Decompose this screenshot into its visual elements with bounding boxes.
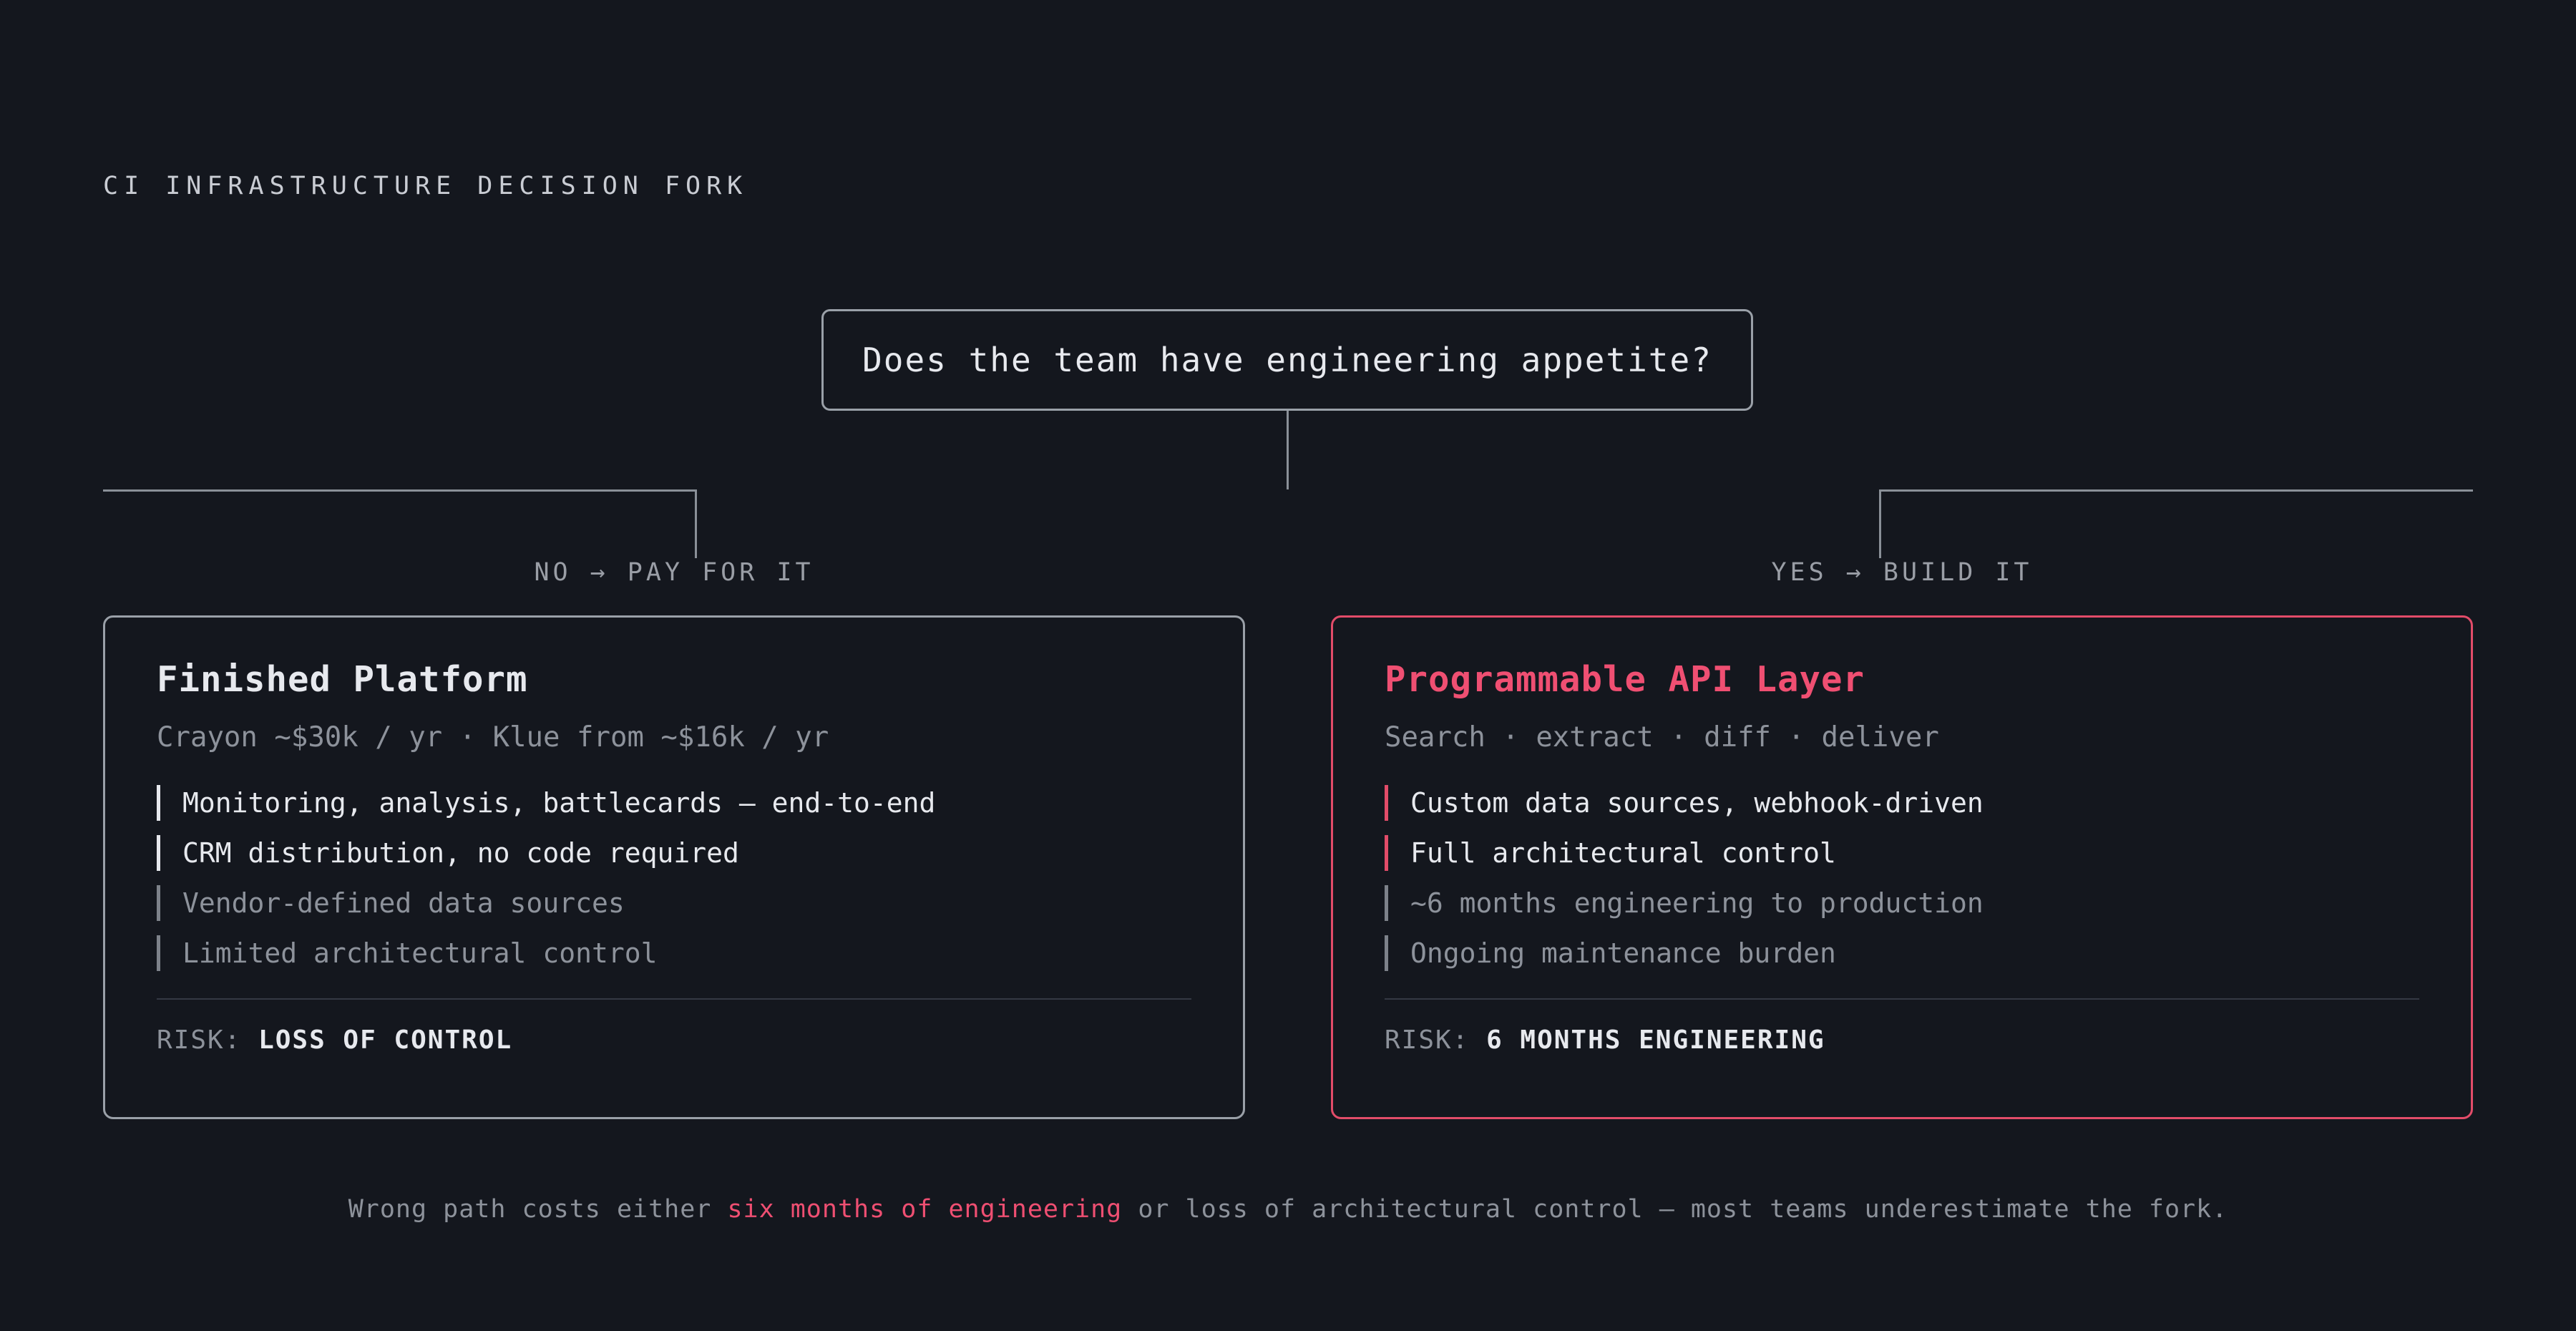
card-bullets: Custom data sources, webhook-driven Full… [1385,782,2419,974]
con-item: Vendor-defined data sources [157,882,1191,924]
card-divider [157,998,1191,1000]
branch-label-no: NO → PAY FOR IT [534,558,814,587]
diagram-eyebrow-title: CI INFRASTRUCTURE DECISION FORK [103,172,748,200]
con-item: Limited architectural control [157,932,1191,974]
left-branch-horizontal [103,489,697,492]
risk-value: LOSS OF CONTROL [258,1025,513,1055]
pro-item: Full architectural control [1385,832,2419,874]
risk-label: RISK: [1385,1025,1470,1055]
card-title: Finished Platform [157,659,528,700]
risk-label: RISK: [157,1025,242,1055]
pro-item: Monitoring, analysis, battlecards — end-… [157,782,1191,824]
finished-platform-card: Finished Platform Crayon ~$30k / yr · Kl… [103,615,1245,1119]
footnote-text-after: or loss of architectural control — most … [1122,1195,2228,1224]
risk-line: RISK: 6 MONTHS ENGINEERING [1385,1025,2419,1055]
decision-question-text: Does the team have engineering appetite? [862,341,1712,379]
risk-value: 6 MONTHS ENGINEERING [1486,1025,1825,1055]
card-subtitle: Crayon ~$30k / yr · Klue from ~$16k / yr [157,721,829,754]
card-divider [1385,998,2419,1000]
con-item: ~6 months engineering to production [1385,882,2419,924]
branch-label-yes: YES → BUILD IT [1771,558,2033,587]
pro-item: Custom data sources, webhook-driven [1385,782,2419,824]
left-branch-vertical [695,489,697,558]
footnote: Wrong path costs either six months of en… [0,1195,2576,1224]
right-branch-vertical [1879,489,1881,558]
programmable-api-card: Programmable API Layer Search · extract … [1331,615,2473,1119]
card-subtitle: Search · extract · diff · deliver [1385,721,1939,754]
decision-question-box: Does the team have engineering appetite? [821,309,1753,411]
stem-connector [1287,411,1289,489]
card-title: Programmable API Layer [1385,659,1865,700]
risk-line: RISK: LOSS OF CONTROL [157,1025,1191,1055]
footnote-highlight: six months of engineering [727,1195,1123,1224]
con-item: Ongoing maintenance burden [1385,932,2419,974]
footnote-text-before: Wrong path costs either [348,1195,728,1224]
right-branch-horizontal [1879,489,2473,492]
card-bullets: Monitoring, analysis, battlecards — end-… [157,782,1191,974]
pro-item: CRM distribution, no code required [157,832,1191,874]
